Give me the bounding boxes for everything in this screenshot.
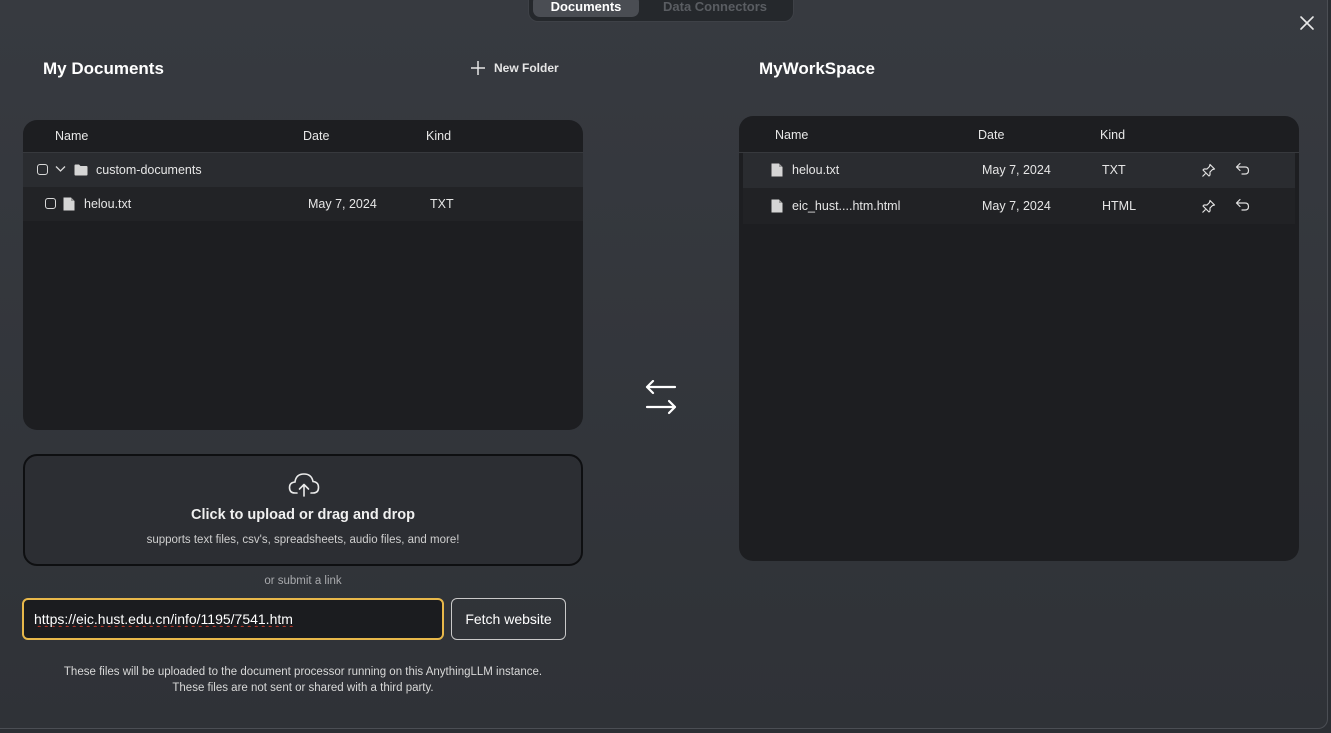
swap-arrows-icon[interactable] <box>642 380 680 416</box>
workspace-panel: Name Date Kind helou.txt May 7, 2024 TXT <box>739 116 1299 561</box>
column-kind[interactable]: Kind <box>426 129 451 143</box>
close-icon <box>1300 16 1314 30</box>
tab-data-connectors[interactable]: Data Connectors <box>647 0 783 17</box>
file-icon <box>771 163 783 177</box>
upload-note-line1: These files will be uploaded to the docu… <box>63 666 543 678</box>
upload-title: Click to upload or drag and drop <box>191 507 415 523</box>
tab-bar: Documents Data Connectors <box>528 0 794 22</box>
column-name[interactable]: Name <box>55 129 88 143</box>
undo-icon[interactable] <box>1235 162 1250 176</box>
plus-icon <box>471 61 485 75</box>
workspace-file-name: helou.txt <box>792 163 840 177</box>
upload-dropzone[interactable]: Click to upload or drag and drop support… <box>23 454 583 566</box>
folder-icon <box>74 164 88 176</box>
folder-row[interactable]: custom-documents <box>23 153 583 187</box>
cloud-upload-icon <box>288 473 320 497</box>
workspace-file-date: May 7, 2024 <box>982 163 1051 177</box>
undo-icon[interactable] <box>1235 198 1250 212</box>
file-icon <box>771 199 783 213</box>
file-date: May 7, 2024 <box>308 197 377 211</box>
pin-icon[interactable] <box>1201 163 1216 178</box>
file-checkbox[interactable] <box>45 198 56 209</box>
workspace-file-kind: TXT <box>1102 163 1126 177</box>
workspace-table-header: Name Date Kind <box>739 116 1299 153</box>
new-folder-label: New Folder <box>494 61 559 75</box>
or-submit-link-label: or submit a link <box>264 575 342 587</box>
folder-name: custom-documents <box>96 163 202 177</box>
upload-note-line2: These files are not sent or shared with … <box>172 682 434 694</box>
document-manager-modal: Documents Data Connectors My Documents N… <box>0 0 1328 729</box>
fetch-website-button[interactable]: Fetch website <box>451 598 566 640</box>
file-kind: TXT <box>430 197 454 211</box>
upload-subtitle: supports text files, csv's, spreadsheets… <box>146 534 460 546</box>
workspace-file-row[interactable]: eic_hust....htm.html May 7, 2024 HTML <box>743 188 1295 224</box>
url-input[interactable] <box>22 598 444 640</box>
workspace-file-kind: HTML <box>1102 199 1137 213</box>
new-folder-button[interactable]: New Folder <box>470 58 559 78</box>
file-icon <box>63 197 75 211</box>
workspace-file-name: eic_hust....htm.html <box>792 199 901 213</box>
my-documents-table-header: Name Date Kind <box>23 120 583 153</box>
my-documents-panel: Name Date Kind custom-documents helou.tx… <box>23 120 583 430</box>
column-kind[interactable]: Kind <box>1100 128 1125 142</box>
workspace-title: MyWorkSpace <box>759 59 875 78</box>
close-button[interactable] <box>1297 13 1317 33</box>
column-name[interactable]: Name <box>775 128 808 142</box>
pin-icon[interactable] <box>1201 199 1216 214</box>
column-date[interactable]: Date <box>303 129 329 143</box>
folder-checkbox[interactable] <box>37 164 48 175</box>
chevron-down-icon[interactable] <box>55 165 66 173</box>
tab-documents[interactable]: Documents <box>533 0 639 17</box>
workspace-file-row[interactable]: helou.txt May 7, 2024 TXT <box>743 153 1295 188</box>
file-name: helou.txt <box>84 197 132 211</box>
my-documents-title: My Documents <box>43 59 164 78</box>
column-date[interactable]: Date <box>978 128 1004 142</box>
workspace-file-date: May 7, 2024 <box>982 199 1051 213</box>
file-row[interactable]: helou.txt May 7, 2024 TXT <box>23 187 583 221</box>
